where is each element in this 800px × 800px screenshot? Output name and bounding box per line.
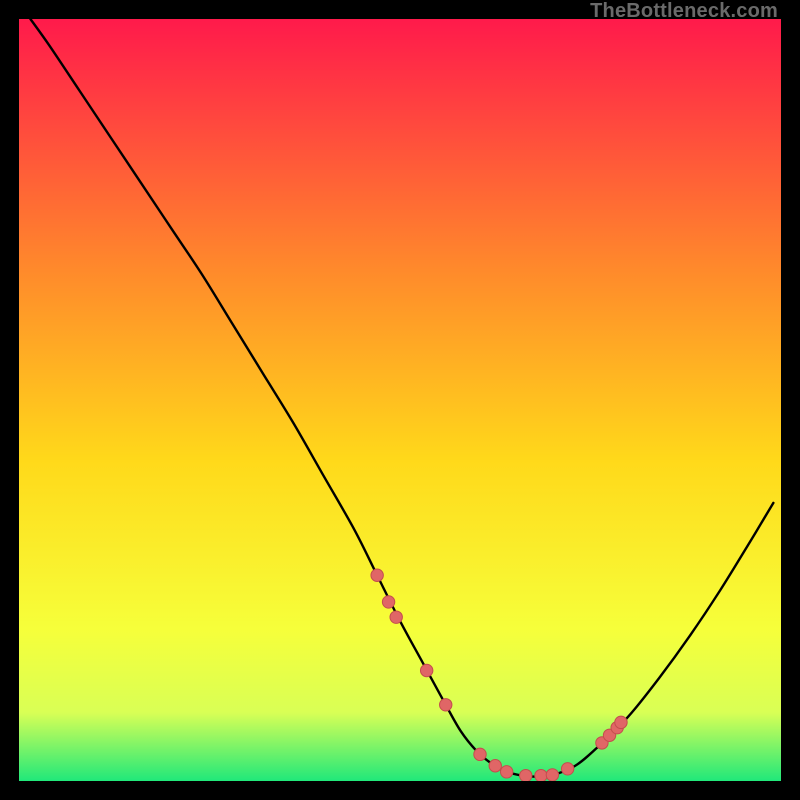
sample-point <box>546 769 558 781</box>
sample-point <box>371 569 383 581</box>
sample-point <box>615 716 627 728</box>
sample-point <box>390 611 402 623</box>
sample-point <box>440 699 452 711</box>
sample-point <box>500 766 512 778</box>
sample-point <box>382 596 394 608</box>
sample-point <box>420 664 432 676</box>
sample-point <box>561 763 573 775</box>
sample-point <box>474 748 486 760</box>
watermark-text: TheBottleneck.com <box>590 0 778 23</box>
sample-point <box>489 760 501 772</box>
sample-point <box>520 769 532 781</box>
sample-point <box>535 769 547 781</box>
